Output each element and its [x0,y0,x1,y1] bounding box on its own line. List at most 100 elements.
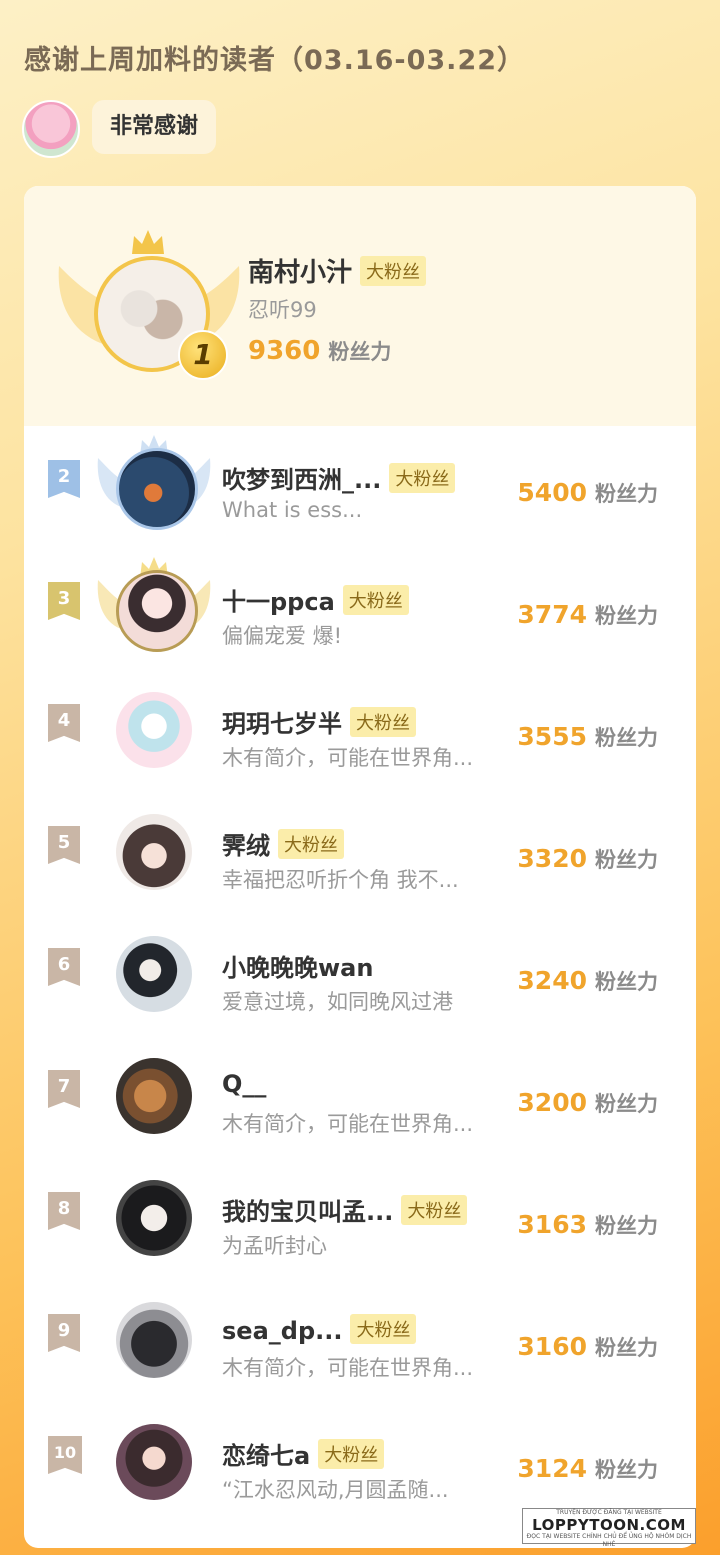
fan-score: 3774 粉丝力 [517,600,658,630]
fan-score: 3200 粉丝力 [517,1088,658,1118]
avatar[interactable] [116,1058,192,1134]
avatar[interactable] [116,814,192,890]
score-value: 3774 [517,600,587,629]
score-unit: 粉丝力 [595,604,658,628]
list-item[interactable]: 6 小晚晚晚wan 爱意过境，如同晚风过港 3240 粉丝力 [24,936,696,1070]
fan-name-text: 小晚晚晚wan [222,954,374,982]
crown-icon [132,230,164,254]
list-item[interactable]: 5 霁绒 大粉丝 幸福把忍听折个角 我不... 3320 粉丝力 [24,814,696,948]
score-value: 3240 [517,966,587,995]
fan-name-text: 恋绮七a [222,1442,311,1470]
thanks-bubble: 非常感谢 [92,100,217,154]
score-unit: 粉丝力 [595,482,658,506]
watermark-bottom: ĐỌC TẠI WEBSITE CHÍNH CHỦ ĐỂ ỦNG HỘ NHÓM… [526,1533,692,1548]
fan-bio: 偏偏宠爱 爆! [222,624,343,648]
list-item[interactable]: 2 吹梦到西洲_... 大粉丝 What is ess... 5400 粉丝力 [24,435,696,582]
avatar[interactable] [116,570,198,652]
avatar[interactable] [116,1302,192,1378]
score-unit: 粉丝力 [595,726,658,750]
fan-name: Q__ [222,1070,266,1098]
fan-level-badge: 大粉丝 [278,829,344,859]
fan-name: 小晚晚晚wan [222,948,373,983]
fan-score: 3555 粉丝力 [517,722,658,752]
fan-score: 3160 粉丝力 [517,1332,658,1362]
fan-bio: “江水忍风动,月圆孟随... [222,1478,449,1502]
fan-name-text: 吹梦到西洲_... [222,466,382,494]
top-fan-section[interactable]: 1 南村小汁 大粉丝 忍听99 9360 粉丝力 [24,186,696,426]
avatar[interactable] [116,1424,192,1500]
rank-tag: 2 [48,460,80,498]
fan-name: 十一ppca 大粉丝 [222,582,409,617]
score-value: 5400 [517,478,587,507]
fan-name: 我的宝贝叫孟... 大粉丝 [222,1192,468,1227]
top-fan-avatar-frame: 1 [54,226,240,380]
fan-name: 恋绮七a 大粉丝 [222,1436,385,1471]
rank-tag: 6 [48,948,80,986]
fan-score: 3163 粉丝力 [517,1210,658,1240]
fan-bio: What is ess... [222,498,363,522]
watermark-logo: LOPPYTOON.COM [532,1516,686,1534]
score-unit: 粉丝力 [595,1214,658,1238]
avatar[interactable] [116,1180,192,1256]
fan-score: 3320 粉丝力 [517,844,658,874]
list-item[interactable]: 8 我的宝贝叫孟... 大粉丝 为孟听封心 3163 粉丝力 [24,1180,696,1314]
fan-level-badge: 大粉丝 [401,1195,468,1225]
page-title: 感谢上周加料的读者（03.16-03.22） [24,45,526,76]
fan-name: 霁绒 大粉丝 [222,826,344,861]
site-watermark: TRUYỆN ĐƯỢC ĐĂNG TẠI WEBSITE LOPPYTOON.C… [522,1508,696,1548]
rank-tag: 7 [48,1070,80,1108]
ranking-card: 1 南村小汁 大粉丝 忍听99 9360 粉丝力 2 吹梦到西洲_... 大粉丝 Wh… [24,186,696,1548]
score-unit: 粉丝力 [595,1458,658,1482]
score-value: 3160 [517,1332,587,1361]
fan-level-badge: 大粉丝 [350,1314,417,1344]
list-item[interactable]: 7 Q__ 木有简介，可能在世界角... 3200 粉丝力 [24,1058,696,1192]
fan-name: 吹梦到西洲_... 大粉丝 [222,460,456,495]
fan-name-text: Q__ [222,1070,267,1098]
list-item[interactable]: 3 十一ppca 大粉丝 偏偏宠爱 爆! 3774 粉丝力 [24,557,696,704]
fan-level-badge: 大粉丝 [342,585,409,615]
fan-bio: 木有简介，可能在世界角... [222,1112,474,1136]
mascot-avatar [22,100,80,158]
rank-badge-1: 1 [178,330,228,380]
fan-level-badge: 大粉丝 [389,463,456,493]
fan-score: 5400 粉丝力 [517,478,658,508]
score-unit: 粉丝力 [595,848,658,872]
fan-name-text: 霁绒 [222,832,270,860]
fan-name-text: 十一ppca [222,588,335,616]
score-value: 3163 [517,1210,587,1239]
rank-tag: 4 [48,704,80,742]
fan-score: 9360 粉丝力 [248,336,391,366]
rank-tag: 8 [48,1192,80,1230]
list-item[interactable]: 4 玥玥七岁半 大粉丝 木有简介，可能在世界角... 3555 粉丝力 [24,692,696,826]
score-value: 9360 [248,336,321,366]
score-value: 3200 [517,1088,587,1117]
fan-score: 3124 粉丝力 [517,1454,658,1484]
fan-level-badge: 大粉丝 [360,256,427,286]
score-unit: 粉丝力 [595,1092,658,1116]
fan-name-text: 我的宝贝叫孟... [222,1198,394,1226]
fan-level-badge: 大粉丝 [350,707,416,737]
fan-bio: 为孟听封心 [222,1234,327,1258]
rank-tag: 5 [48,826,80,864]
fan-name-text: 玥玥七岁半 [222,710,342,738]
fan-bio: 木有简介，可能在世界角... [222,1356,474,1380]
avatar[interactable] [116,448,198,530]
fan-bio: 幸福把忍听折个角 我不... [222,868,459,892]
fan-name: sea_dp... 大粉丝 [222,1314,417,1345]
fan-bio: 忍听99 [248,298,317,322]
avatar[interactable] [116,936,192,1012]
fan-name: 玥玥七岁半 大粉丝 [222,704,416,739]
fan-bio: 爱意过境，如同晚风过港 [222,990,453,1014]
list-item[interactable]: 9 sea_dp... 大粉丝 木有简介，可能在世界角... 3160 粉丝力 [24,1302,696,1436]
score-unit: 粉丝力 [328,340,392,364]
avatar[interactable] [116,692,192,768]
fan-score: 3240 粉丝力 [517,966,658,996]
rank-tag: 10 [48,1436,82,1474]
score-value: 3555 [517,722,587,751]
fan-name-text: sea_dp... [222,1317,343,1345]
fan-bio: 木有简介，可能在世界角... [222,746,474,770]
fan-level-badge: 大粉丝 [318,1439,385,1469]
fan-name-text: 南村小汁 [248,258,353,288]
top-fan-name: 南村小汁 大粉丝 [248,252,427,289]
rank-tag: 3 [48,582,80,620]
